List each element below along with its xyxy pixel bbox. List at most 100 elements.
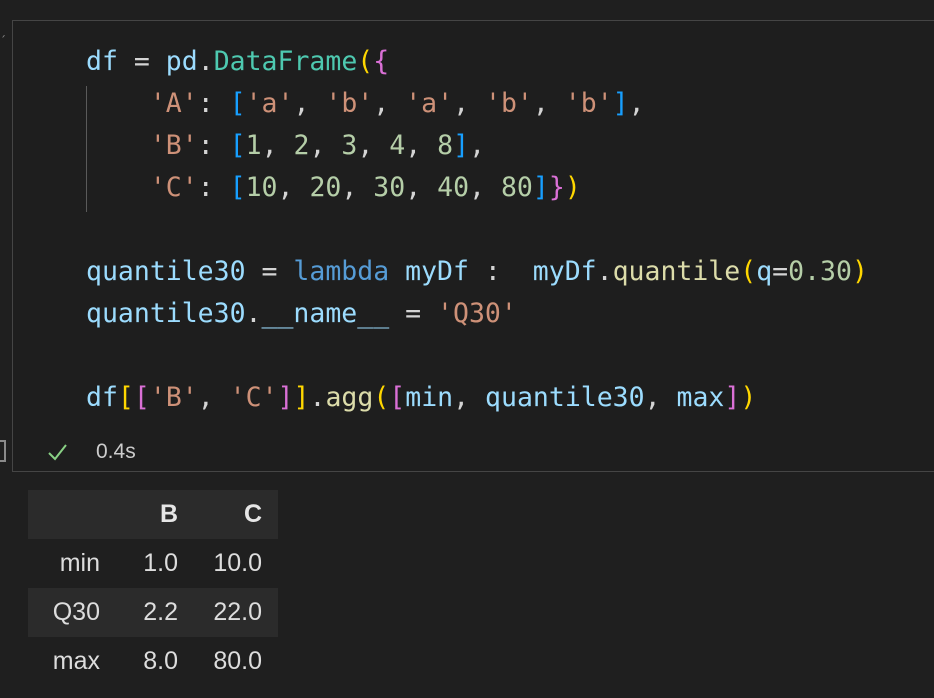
table-row: min 1.0 10.0: [28, 539, 278, 588]
cell-status-bar: 0.4s: [46, 438, 136, 466]
code-token: [: [389, 382, 406, 413]
code-token: 'b': [325, 88, 374, 119]
code-token: ): [564, 172, 581, 203]
code-token: __name__: [261, 298, 390, 329]
code-token: =: [772, 256, 789, 287]
code-token: 10: [245, 172, 278, 203]
code-token: ,: [532, 88, 565, 119]
code-token: 'Q30': [437, 298, 517, 329]
code-token: (: [740, 256, 757, 287]
code-token: quantile30: [86, 298, 246, 329]
code-token: [: [229, 130, 246, 161]
code-token: 40: [437, 172, 470, 203]
code-token: quantile30: [485, 382, 645, 413]
code-token: ,: [469, 130, 486, 161]
check-icon: [48, 444, 67, 461]
table-cell: 1.0: [143, 549, 178, 577]
code-token: 3: [341, 130, 358, 161]
code-token: pd: [165, 46, 198, 77]
code-line: 'A': ['a', 'b', 'a', 'b', 'b'],: [86, 86, 645, 122]
code-line: quantile30 = lambda myDf : myDf.quantile…: [86, 254, 868, 290]
row-index-label: max: [52, 647, 100, 675]
code-token: ,: [341, 172, 374, 203]
code-token: 'b': [484, 88, 533, 119]
code-line: 'C': [10, 20, 30, 40, 80]}): [86, 170, 581, 206]
code-token: 0.30: [788, 256, 852, 287]
code-token: .: [197, 46, 214, 77]
code-token: ): [851, 256, 868, 287]
code-token: ,: [453, 88, 485, 119]
code-token: agg: [325, 382, 374, 413]
code-token: 8: [437, 130, 454, 161]
code-token: ,: [469, 172, 501, 203]
code-token: 80: [500, 172, 533, 203]
column-header-index: [28, 490, 116, 539]
row-index-label: Q30: [52, 598, 100, 626]
code-token: ]: [293, 382, 310, 413]
code-token: ,: [309, 130, 342, 161]
code-token: ]: [277, 382, 294, 413]
code-token: (: [373, 382, 390, 413]
code-line: quantile30.__name__ = 'Q30': [86, 296, 517, 332]
code-token: ,: [373, 88, 406, 119]
table-header-row: B C: [28, 490, 278, 539]
table-row: max 8.0 80.0: [28, 637, 278, 686]
code-token: df: [86, 382, 118, 413]
code-token: 'B': [149, 382, 198, 413]
code-token: DataFrame: [213, 46, 358, 77]
code-token: ,: [405, 130, 438, 161]
code-token: =: [245, 256, 294, 287]
output-dataframe-table: B C min 1.0 10.0 Q30 2.2 22.0 max 8.0 80…: [28, 490, 278, 686]
code-token: 20: [309, 172, 342, 203]
code-token: :: [197, 172, 230, 203]
code-token: {: [373, 46, 390, 77]
code-token: 'b': [564, 88, 613, 119]
table-cell: 22.0: [213, 598, 262, 626]
code-token: 'a': [405, 88, 454, 119]
code-token: 2: [293, 130, 310, 161]
code-token: ,: [197, 382, 230, 413]
column-header-c: C: [243, 500, 262, 528]
code-token: =: [389, 298, 438, 329]
code-token: 'C': [229, 382, 278, 413]
code-token: max: [676, 382, 725, 413]
code-token: ,: [644, 382, 677, 413]
table-cell: 8.0: [143, 647, 178, 675]
code-line: df = pd.DataFrame({: [86, 44, 389, 80]
code-token: :: [468, 256, 533, 287]
code-token: [: [229, 172, 246, 203]
code-token: ,: [405, 172, 438, 203]
code-token: 30: [373, 172, 406, 203]
table-cell: 2.2: [143, 598, 178, 626]
code-token: quantile: [612, 256, 741, 287]
code-token: ]: [532, 172, 549, 203]
code-token: 1: [245, 130, 262, 161]
code-token: [: [229, 88, 246, 119]
code-token: 'C': [149, 172, 198, 203]
code-token: .: [309, 382, 326, 413]
code-line: df[['B', 'C']].agg([min, quantile30, max…: [86, 380, 756, 416]
code-token: :: [197, 88, 230, 119]
code-token: .: [596, 256, 613, 287]
code-token: 'a': [245, 88, 294, 119]
code-token: ]: [453, 130, 470, 161]
code-token: ,: [261, 130, 294, 161]
table-row: Q30 2.2 22.0: [28, 588, 278, 637]
code-token: myDf: [532, 256, 597, 287]
code-token: (: [357, 46, 374, 77]
table-cell: 10.0: [213, 549, 262, 577]
code-token: myDf: [405, 256, 469, 287]
execution-time: 0.4s: [96, 440, 136, 463]
code-token: 'B': [149, 130, 198, 161]
code-token: quantile30: [86, 256, 246, 287]
code-token: ,: [357, 130, 390, 161]
code-token: df: [86, 46, 118, 77]
code-token: .: [245, 298, 262, 329]
code-token: =: [117, 46, 166, 77]
code-token: ]: [724, 382, 741, 413]
code-token: min: [405, 382, 454, 413]
cell-collapse-indicator[interactable]: ˊ: [0, 34, 6, 48]
